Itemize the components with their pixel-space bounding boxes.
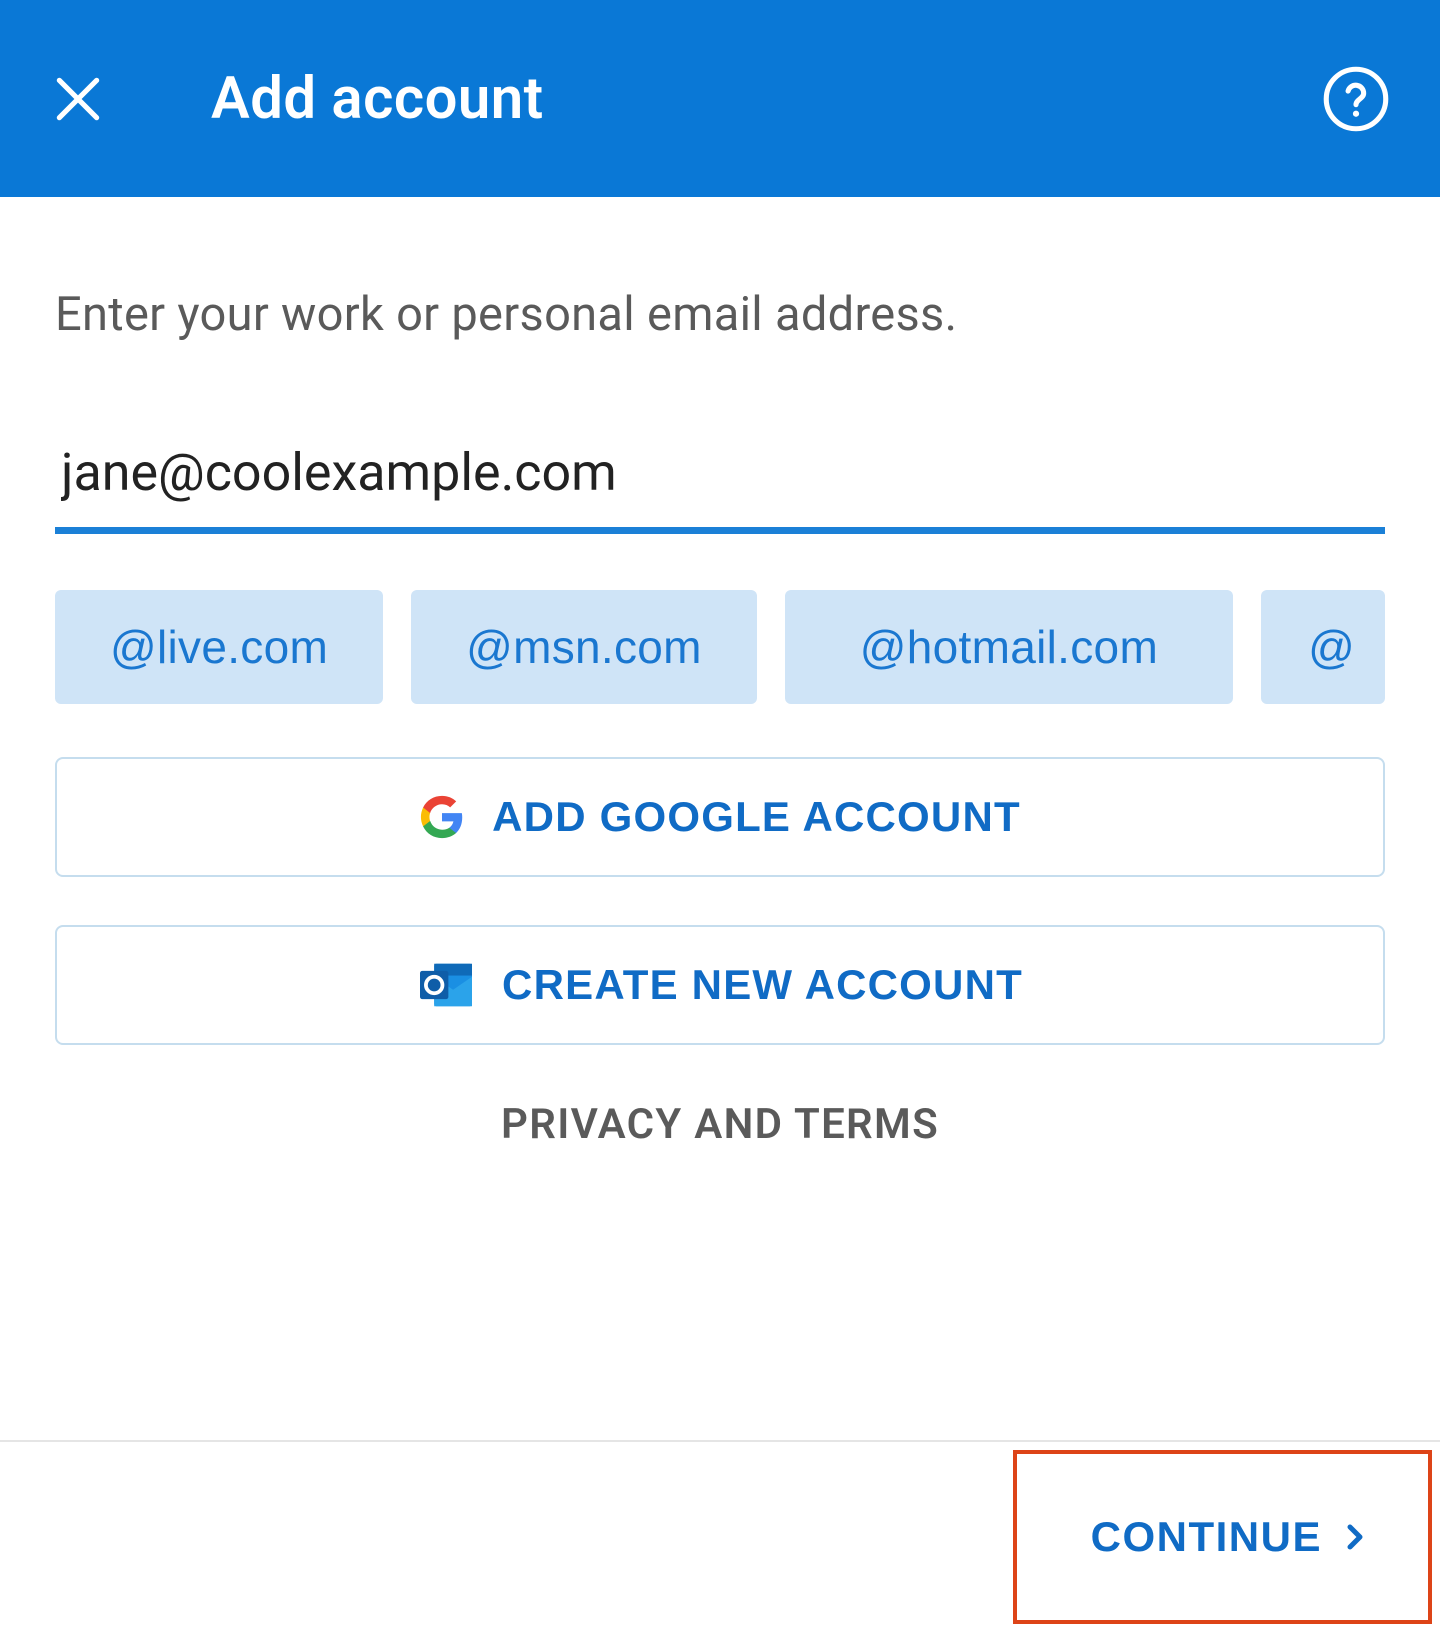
create-new-label: CREATE NEW ACCOUNT <box>502 961 1023 1009</box>
header: Add account <box>0 0 1440 197</box>
add-google-account-button[interactable]: ADD GOOGLE ACCOUNT <box>55 757 1385 877</box>
domain-chip-live[interactable]: @live.com <box>55 590 383 704</box>
account-buttons: ADD GOOGLE ACCOUNT CREATE NEW ACCOUNT <box>55 757 1385 1045</box>
content-area: Enter your work or personal email addres… <box>0 197 1440 1149</box>
instruction-text: Enter your work or personal email addres… <box>55 287 1385 342</box>
continue-label: CONTINUE <box>1091 1513 1322 1561</box>
google-icon <box>419 794 465 840</box>
add-google-label: ADD GOOGLE ACCOUNT <box>492 793 1021 841</box>
domain-chip-msn[interactable]: @msn.com <box>411 590 757 704</box>
create-new-account-button[interactable]: CREATE NEW ACCOUNT <box>55 925 1385 1045</box>
domain-chip-hotmail[interactable]: @hotmail.com <box>785 590 1233 704</box>
page-title: Add account <box>211 65 544 133</box>
outlook-icon <box>417 959 475 1011</box>
footer: CONTINUE <box>0 1440 1440 1632</box>
help-button[interactable] <box>1322 65 1390 133</box>
help-icon <box>1322 65 1390 133</box>
continue-button[interactable]: CONTINUE <box>1013 1450 1432 1624</box>
close-button[interactable] <box>50 71 106 127</box>
privacy-terms-link[interactable]: PRIVACY AND TERMS <box>55 1100 1385 1149</box>
close-icon <box>50 71 106 127</box>
domain-chip-more[interactable]: @ <box>1261 590 1385 704</box>
chevron-right-icon <box>1340 1522 1370 1552</box>
email-input-wrapper <box>55 442 1385 534</box>
domain-chips-row: @live.com @msn.com @hotmail.com @ <box>55 590 1440 704</box>
email-field[interactable] <box>55 442 1385 534</box>
